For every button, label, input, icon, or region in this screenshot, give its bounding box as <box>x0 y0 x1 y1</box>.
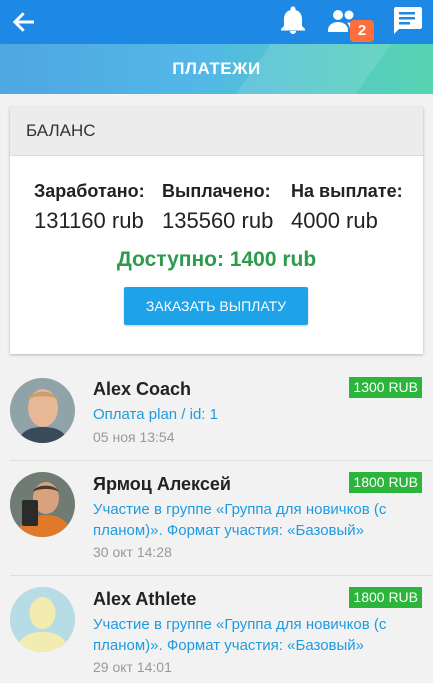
payment-description[interactable]: Участие в группе «Группа для новичков (с… <box>93 499 418 541</box>
avatar <box>10 472 75 537</box>
chat-icon[interactable] <box>390 4 424 38</box>
available-amount: Доступно: 1400 rub <box>116 248 317 271</box>
payer-name: Alex Athlete <box>93 589 197 609</box>
payment-date: 30 окт 14:28 <box>93 544 172 560</box>
page-title: ПЛАТЕЖИ <box>172 59 261 78</box>
amount-badge: 1800 RUB <box>349 587 422 608</box>
payer-name: Alex Coach <box>93 379 192 399</box>
amount-badge: 1300 RUB <box>349 377 422 398</box>
order-payout-button[interactable]: ЗАКАЗАТЬ ВЫПЛАТУ <box>124 287 308 325</box>
balance-stats: Заработано: 131160 rub Выплачено: 135560… <box>10 181 423 241</box>
notifications-badge: 2 <box>350 20 374 42</box>
amount-badge: 1800 RUB <box>349 472 422 493</box>
stat-earned: Заработано: 131160 rub <box>34 181 145 234</box>
payment-description[interactable]: Оплата plan / id: 1 <box>93 404 418 425</box>
stat-label: Заработано: <box>34 181 145 201</box>
avatar <box>10 378 75 443</box>
stat-value: 135560 rub <box>162 208 274 233</box>
stat-value: 131160 rub <box>34 208 144 233</box>
stat-label: На выплате: <box>291 181 403 201</box>
stat-value: 4000 rub <box>291 208 378 233</box>
title-bar: ПЛАТЕЖИ <box>0 44 433 94</box>
balance-card: БАЛАНС Заработано: 131160 rub Выплачено:… <box>10 107 423 354</box>
back-arrow-icon[interactable] <box>8 6 40 38</box>
avatar <box>10 587 75 652</box>
payment-date: 29 окт 14:01 <box>93 659 172 675</box>
stat-label: Выплачено: <box>162 181 271 201</box>
payment-item[interactable]: Alex Coach Оплата plan / id: 1 05 ноя 13… <box>0 366 433 461</box>
payment-item[interactable]: Ярмоц Алексей Участие в группе «Группа д… <box>0 461 433 575</box>
balance-card-title: БАЛАНС <box>10 107 423 156</box>
payment-date: 05 ноя 13:54 <box>93 429 175 445</box>
payer-name: Ярмоц Алексей <box>93 474 231 494</box>
app-bar: 2 <box>0 0 433 44</box>
bell-icon[interactable] <box>276 4 310 38</box>
stat-paid: Выплачено: 135560 rub <box>162 181 273 234</box>
payment-description[interactable]: Участие в группе «Группа для новичков (с… <box>93 614 418 656</box>
stat-pending: На выплате: 4000 rub <box>291 181 403 234</box>
payment-item[interactable]: Alex Athlete Участие в группе «Группа дл… <box>0 576 433 683</box>
